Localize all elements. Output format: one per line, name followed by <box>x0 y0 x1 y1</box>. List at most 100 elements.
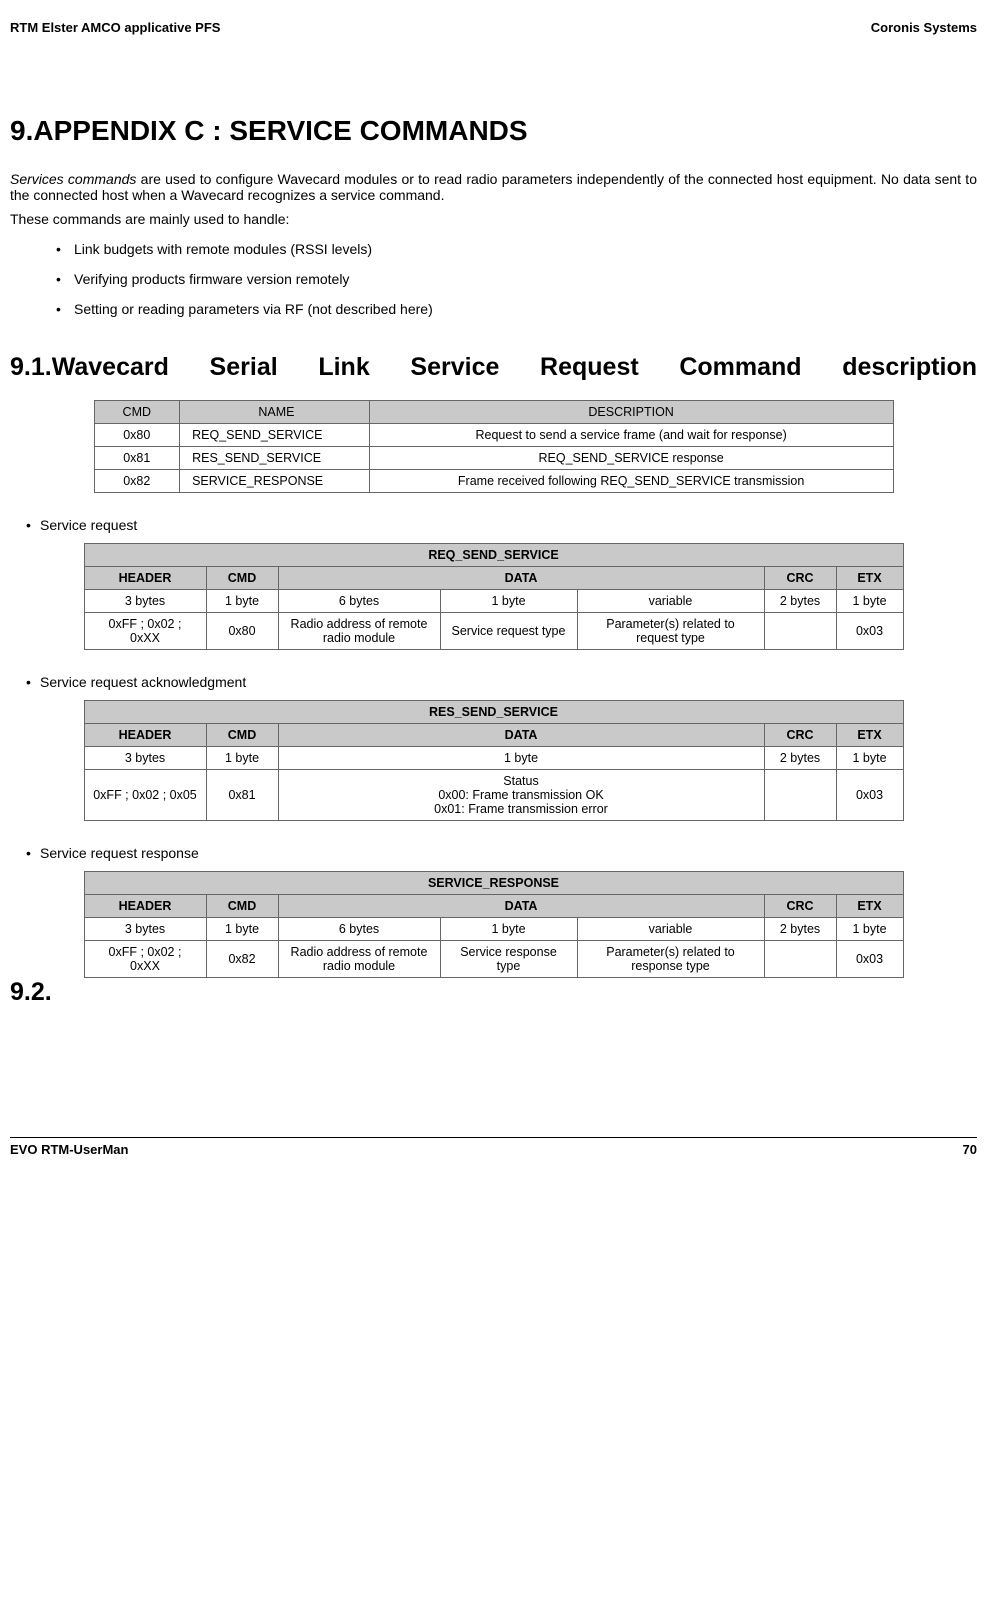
table-row: REQ_SEND_SERVICE <box>84 544 903 567</box>
table-cell: Service request type <box>440 613 577 650</box>
list-item: Setting or reading parameters via RF (no… <box>74 301 977 317</box>
table-row: 3 bytes 1 byte 6 bytes 1 byte variable 2… <box>84 590 903 613</box>
table-cell: 1 byte <box>836 747 903 770</box>
intro-paragraph-2: These commands are mainly used to handle… <box>10 211 977 227</box>
table-cell: Request to send a service frame (and wai… <box>369 424 893 447</box>
table-header-cell: CMD <box>206 567 278 590</box>
table-header-cell: HEADER <box>84 895 206 918</box>
subsection-bullet: Service request <box>10 517 977 533</box>
table-header-cell: CMD <box>206 895 278 918</box>
table-cell: Service response type <box>440 941 577 978</box>
table-cell: 1 byte <box>836 918 903 941</box>
table-header-cell: DATA <box>278 724 764 747</box>
table-row: RES_SEND_SERVICE <box>84 701 903 724</box>
section-heading-9-1: 9.1.Wavecard Serial Link Service Request… <box>10 353 977 382</box>
table-cell: REQ_SEND_SERVICE <box>180 424 370 447</box>
table-cell: 2 bytes <box>764 918 836 941</box>
section-heading-9: 9.APPENDIX C : SERVICE COMMANDS <box>10 115 977 147</box>
table-header-cell: CMD <box>206 724 278 747</box>
footer-page-number: 70 <box>963 1142 977 1157</box>
table-cell <box>764 770 836 821</box>
table-cell <box>764 941 836 978</box>
command-table: CMD NAME DESCRIPTION 0x80 REQ_SEND_SERVI… <box>94 400 894 493</box>
intro-paragraph-1: Services commands are used to configure … <box>10 171 977 203</box>
table-cell: 3 bytes <box>84 747 206 770</box>
table-cell: 0x03 <box>836 770 903 821</box>
section-heading-9-2: 9.2. <box>10 978 977 1007</box>
table-cell: 0x03 <box>836 941 903 978</box>
table-header-cell: ETX <box>836 724 903 747</box>
table-cell: Status 0x00: Frame transmission OK 0x01:… <box>278 770 764 821</box>
table-cell: 0x03 <box>836 613 903 650</box>
table-cell: 1 byte <box>440 918 577 941</box>
table-cell: Parameter(s) related to response type <box>577 941 764 978</box>
table-cell: 3 bytes <box>84 590 206 613</box>
subsection-label: Service request response <box>40 845 977 861</box>
table-cell: Frame received following REQ_SEND_SERVIC… <box>369 470 893 493</box>
subsection-label: Service request acknowledgment <box>40 674 977 690</box>
table-row: 0xFF ; 0x02 ; 0x05 0x81 Status 0x00: Fra… <box>84 770 903 821</box>
table-cell: 6 bytes <box>278 918 440 941</box>
table-cell: 0x81 <box>206 770 278 821</box>
table-row: SERVICE_RESPONSE <box>84 872 903 895</box>
table-header-cell: CMD <box>94 401 180 424</box>
table-cell: 0x82 <box>94 470 180 493</box>
table-header-cell: DATA <box>278 895 764 918</box>
table-cell: REQ_SEND_SERVICE response <box>369 447 893 470</box>
table-cell: variable <box>577 918 764 941</box>
table-cell: 2 bytes <box>764 747 836 770</box>
table-cell: RES_SEND_SERVICE <box>180 447 370 470</box>
table-cell: 0xFF ; 0x02 ; 0xXX <box>84 941 206 978</box>
table-cell <box>764 613 836 650</box>
table-cell: 1 byte <box>836 590 903 613</box>
table-cell: 1 byte <box>206 747 278 770</box>
header-right: Coronis Systems <box>871 20 977 35</box>
table-row: HEADER CMD DATA CRC ETX <box>84 567 903 590</box>
table-cell: SERVICE_RESPONSE <box>180 470 370 493</box>
table-cell: 1 byte <box>440 590 577 613</box>
feature-list: Link budgets with remote modules (RSSI l… <box>10 241 977 317</box>
table-cell: Radio address of remote radio module <box>278 941 440 978</box>
table-row: HEADER CMD DATA CRC ETX <box>84 895 903 918</box>
table-cell: 1 byte <box>206 590 278 613</box>
table-cell: 1 byte <box>206 918 278 941</box>
table-row: 3 bytes 1 byte 6 bytes 1 byte variable 2… <box>84 918 903 941</box>
table-title: REQ_SEND_SERVICE <box>84 544 903 567</box>
table-cell: 0xFF ; 0x02 ; 0x05 <box>84 770 206 821</box>
table-row: 0x82 SERVICE_RESPONSE Frame received fol… <box>94 470 893 493</box>
table-header-cell: HEADER <box>84 567 206 590</box>
table-cell: 1 byte <box>278 747 764 770</box>
table-header-cell: CRC <box>764 895 836 918</box>
table-header-cell: DATA <box>278 567 764 590</box>
table-cell: 6 bytes <box>278 590 440 613</box>
table-row: 3 bytes 1 byte 1 byte 2 bytes 1 byte <box>84 747 903 770</box>
list-item: Verifying products firmware version remo… <box>74 271 977 287</box>
table-cell: variable <box>577 590 764 613</box>
subsection-bullet: Service request acknowledgment <box>10 674 977 690</box>
table-header-cell: NAME <box>180 401 370 424</box>
req-send-service-table: REQ_SEND_SERVICE HEADER CMD DATA CRC ETX… <box>84 543 904 650</box>
header-left: RTM Elster AMCO applicative PFS <box>10 20 220 35</box>
table-header-cell: ETX <box>836 895 903 918</box>
table-cell: 0x80 <box>206 613 278 650</box>
subsection-bullet: Service request response <box>10 845 977 861</box>
table-row: 0x81 RES_SEND_SERVICE REQ_SEND_SERVICE r… <box>94 447 893 470</box>
table-cell: 0x81 <box>94 447 180 470</box>
subsection-label: Service request <box>40 517 977 533</box>
list-item: Link budgets with remote modules (RSSI l… <box>74 241 977 257</box>
table-header-cell: CRC <box>764 567 836 590</box>
table-cell: 0x82 <box>206 941 278 978</box>
intro-italic: Services commands <box>10 171 136 187</box>
table-title: SERVICE_RESPONSE <box>84 872 903 895</box>
table-header-cell: DESCRIPTION <box>369 401 893 424</box>
table-header-cell: CRC <box>764 724 836 747</box>
table-cell: Radio address of remote radio module <box>278 613 440 650</box>
table-row: HEADER CMD DATA CRC ETX <box>84 724 903 747</box>
table-cell: 3 bytes <box>84 918 206 941</box>
table-row: 0xFF ; 0x02 ; 0xXX 0x82 Radio address of… <box>84 941 903 978</box>
table-header-cell: HEADER <box>84 724 206 747</box>
footer-left: EVO RTM-UserMan <box>10 1142 128 1157</box>
page-header: RTM Elster AMCO applicative PFS Coronis … <box>10 20 977 35</box>
table-row: 0x80 REQ_SEND_SERVICE Request to send a … <box>94 424 893 447</box>
table-cell: 0xFF ; 0x02 ; 0xXX <box>84 613 206 650</box>
